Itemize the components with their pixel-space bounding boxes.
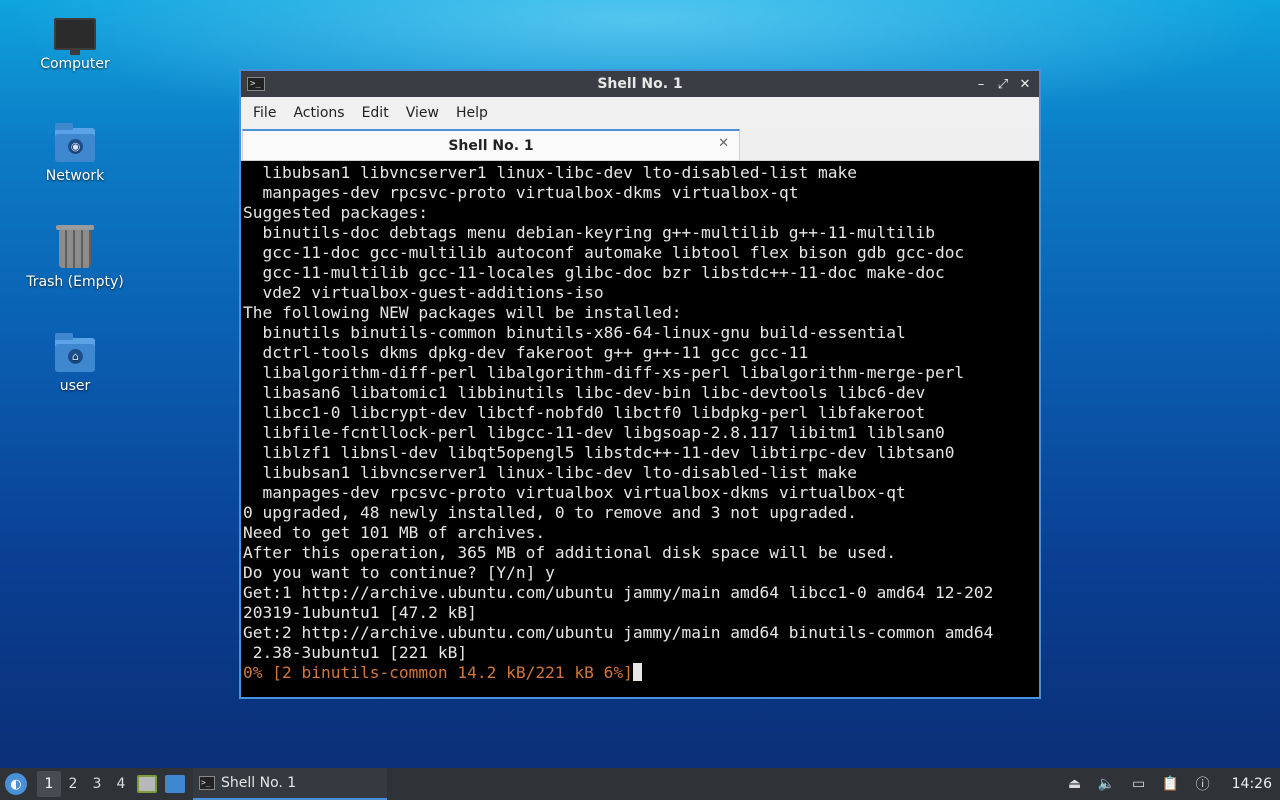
terminal-line: libfile-fcntllock-perl libgcc-11-dev lib… <box>243 423 945 442</box>
terminal-line: 0 upgraded, 48 newly installed, 0 to rem… <box>243 503 857 522</box>
desktop-icon-label: Network <box>45 168 105 184</box>
taskbar-item-label: Shell No. 1 <box>221 775 297 791</box>
desktop-icon-label: Trash (Empty) <box>26 274 124 290</box>
terminal-line: liblzf1 libnsl-dev libqt5opengl5 libstdc… <box>243 443 955 462</box>
workspace-1[interactable]: 1 <box>37 771 61 797</box>
terminal-line: libubsan1 libvncserver1 linux-libc-dev l… <box>243 463 857 482</box>
taskbar: ◐ 1 2 3 4 >_ Shell No. 1 ⏏ 🔈 ▭ 📋 ⓘ 14:26 <box>0 768 1280 800</box>
trash-icon <box>56 225 94 268</box>
clipboard-icon[interactable]: 📋 <box>1162 775 1180 793</box>
menu-file[interactable]: File <box>245 105 284 121</box>
terminal-window: >_ Shell No. 1 – ⤢ ✕ File Actions Edit V… <box>239 69 1041 699</box>
terminal-line: manpages-dev rpcsvc-proto virtualbox-dkm… <box>243 183 799 202</box>
terminal-line: Do you want to continue? [Y/n] y <box>243 563 555 582</box>
show-desktop-icon[interactable] <box>165 775 185 793</box>
terminal-line: Get:2 http://archive.ubuntu.com/ubuntu j… <box>243 623 994 642</box>
tab-shell-1[interactable]: Shell No. 1 ✕ <box>242 129 740 160</box>
terminal-output[interactable]: libubsan1 libvncserver1 linux-libc-dev l… <box>242 163 1039 697</box>
minimize-button[interactable]: – <box>975 77 987 92</box>
menu-bar: File Actions Edit View Help <box>241 97 1039 129</box>
terminal-line: Get:1 http://archive.ubuntu.com/ubuntu j… <box>243 583 994 602</box>
progress-text: 0% [2 binutils-common 14.2 kB/221 kB 6%] <box>243 663 633 682</box>
eject-icon[interactable]: ⏏ <box>1066 775 1084 793</box>
terminal-line: gcc-11-doc gcc-multilib autoconf automak… <box>243 243 965 262</box>
computer-icon <box>54 18 96 55</box>
network-icon[interactable]: ▭ <box>1130 775 1148 793</box>
lubuntu-logo-icon[interactable]: ◐ <box>5 773 27 795</box>
menu-edit[interactable]: Edit <box>354 105 397 121</box>
menu-actions[interactable]: Actions <box>285 105 352 121</box>
desktop-icon-label: user <box>59 378 91 394</box>
desktop-icon-network[interactable]: ◉ Network <box>20 123 130 184</box>
terminal-line: 20319-1ubuntu1 [47.2 kB] <box>243 603 477 622</box>
terminal-line: libalgorithm-diff-perl libalgorithm-diff… <box>243 363 965 382</box>
terminal-line: binutils-doc debtags menu debian-keyring… <box>243 223 935 242</box>
update-notifier-icon[interactable]: ⓘ <box>1194 775 1212 793</box>
menu-help[interactable]: Help <box>448 105 496 121</box>
terminal-progress-line: 0% [2 binutils-common 14.2 kB/221 kB 6%] <box>243 663 1039 683</box>
terminal-line: libcc1-0 libcrypt-dev libctf-nobfd0 libc… <box>243 403 926 422</box>
network-folder-icon: ◉ <box>55 123 95 162</box>
desktop-icon-user[interactable]: ⌂ user <box>20 333 130 394</box>
terminal-icon: >_ <box>199 776 215 790</box>
menu-view[interactable]: View <box>398 105 447 121</box>
terminal-line: Need to get 101 MB of archives. <box>243 523 546 542</box>
clock[interactable]: 14:26 <box>1232 776 1272 792</box>
terminal-line: binutils binutils-common binutils-x86-64… <box>243 323 906 342</box>
maximize-button[interactable]: ⤢ <box>997 77 1009 92</box>
home-folder-icon: ⌂ <box>55 333 95 372</box>
terminal-line: vde2 virtualbox-guest-additions-iso <box>243 283 604 302</box>
window-titlebar[interactable]: >_ Shell No. 1 – ⤢ ✕ <box>241 71 1039 97</box>
terminal-line: libubsan1 libvncserver1 linux-libc-dev l… <box>243 163 857 182</box>
terminal-line: libasan6 libatomic1 libbinutils libc-dev… <box>243 383 926 402</box>
close-button[interactable]: ✕ <box>1019 77 1031 92</box>
terminal-line: manpages-dev rpcsvc-proto virtualbox vir… <box>243 483 906 502</box>
desktop-icon-trash[interactable]: Trash (Empty) <box>20 225 130 290</box>
terminal-line: The following NEW packages will be insta… <box>243 303 682 322</box>
workspace-3[interactable]: 3 <box>85 771 109 797</box>
tab-label: Shell No. 1 <box>448 137 534 154</box>
window-title: Shell No. 1 <box>597 76 683 92</box>
terminal-line: Suggested packages: <box>243 203 429 222</box>
terminal-cursor <box>632 663 642 681</box>
terminal-line: After this operation, 365 MB of addition… <box>243 543 896 562</box>
desktop-icon-label: Computer <box>40 56 110 72</box>
workspace-4[interactable]: 4 <box>109 771 133 797</box>
desktop-icon-computer[interactable]: Computer <box>20 18 130 72</box>
terminal-line: dctrl-tools dkms dpkg-dev fakeroot g++ g… <box>243 343 809 362</box>
workspace-2[interactable]: 2 <box>61 771 85 797</box>
taskbar-item-shell[interactable]: >_ Shell No. 1 <box>193 768 387 800</box>
tab-bar: Shell No. 1 ✕ <box>241 129 1039 161</box>
terminal-line: gcc-11-multilib gcc-11-locales glibc-doc… <box>243 263 945 282</box>
volume-icon[interactable]: 🔈 <box>1098 775 1116 793</box>
system-tray: ⏏ 🔈 ▭ 📋 ⓘ 14:26 <box>1066 775 1272 793</box>
file-manager-icon[interactable] <box>137 775 157 793</box>
tab-close-icon[interactable]: ✕ <box>718 136 729 151</box>
terminal-line: 2.38-3ubuntu1 [221 kB] <box>243 643 468 662</box>
